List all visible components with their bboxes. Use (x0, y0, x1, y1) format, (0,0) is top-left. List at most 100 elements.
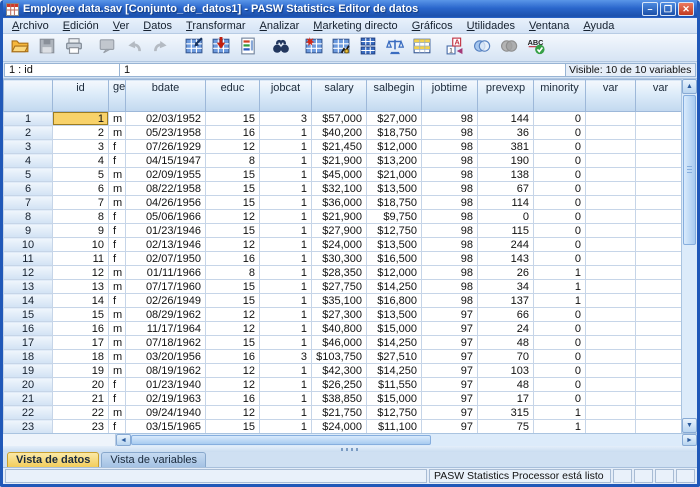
cell-educ-13[interactable]: 15 (206, 280, 260, 294)
cell-bdate-1[interactable]: 02/03/1952 (126, 112, 206, 126)
cell-id-12[interactable]: 12 (53, 266, 109, 280)
cell-gender-9[interactable]: f (109, 224, 126, 238)
cell-salbegin-14[interactable]: $16,800 (367, 294, 422, 308)
row-header[interactable]: 8 (4, 210, 53, 224)
cell-jobtime-8[interactable]: 98 (422, 210, 478, 224)
cell-var1-13[interactable] (586, 280, 636, 294)
cell-bdate-18[interactable]: 03/20/1956 (126, 350, 206, 364)
cell-jobtime-16[interactable]: 97 (422, 322, 478, 336)
cell-minority-12[interactable]: 1 (534, 266, 586, 280)
cell-gender-13[interactable]: m (109, 280, 126, 294)
cell-salary-21[interactable]: $38,850 (312, 392, 367, 406)
cell-bdate-8[interactable]: 05/06/1966 (126, 210, 206, 224)
cell-var1-14[interactable] (586, 294, 636, 308)
cell-salbegin-2[interactable]: $18,750 (367, 126, 422, 140)
cell-educ-5[interactable]: 15 (206, 168, 260, 182)
cell-gender-18[interactable]: m (109, 350, 126, 364)
cell-gender-19[interactable]: m (109, 364, 126, 378)
cell-var2-13[interactable] (636, 280, 682, 294)
cell-var1-11[interactable] (586, 252, 636, 266)
select-cases-button[interactable] (409, 36, 435, 60)
cell-salary-1[interactable]: $57,000 (312, 112, 367, 126)
cell-gender-16[interactable]: m (109, 322, 126, 336)
cell-salbegin-6[interactable]: $13,500 (367, 182, 422, 196)
cell-var1-1[interactable] (586, 112, 636, 126)
cell-prevexp-23[interactable]: 75 (478, 420, 534, 434)
cell-salbegin-7[interactable]: $18,750 (367, 196, 422, 210)
menu-marketing-directo[interactable]: Marketing directo (306, 19, 404, 33)
cell-minority-7[interactable]: 0 (534, 196, 586, 210)
cell-var2-23[interactable] (636, 420, 682, 434)
scroll-down-icon[interactable]: ▼ (682, 418, 697, 433)
print-button[interactable] (61, 36, 87, 60)
cell-salary-11[interactable]: $30,300 (312, 252, 367, 266)
cell-educ-11[interactable]: 16 (206, 252, 260, 266)
cell-jobtime-12[interactable]: 98 (422, 266, 478, 280)
cell-id-1[interactable]: 1 (53, 112, 109, 126)
menu-transformar[interactable]: Transformar (179, 19, 253, 33)
cell-id-13[interactable]: 13 (53, 280, 109, 294)
cell-var2-8[interactable] (636, 210, 682, 224)
cell-bdate-5[interactable]: 02/09/1955 (126, 168, 206, 182)
cell-jobtime-21[interactable]: 97 (422, 392, 478, 406)
cell-salbegin-9[interactable]: $12,750 (367, 224, 422, 238)
cell-jobtime-1[interactable]: 98 (422, 112, 478, 126)
cell-var2-7[interactable] (636, 196, 682, 210)
cell-minority-22[interactable]: 1 (534, 406, 586, 420)
cell-jobcat-7[interactable]: 1 (260, 196, 312, 210)
tab-variable-view[interactable]: Vista de variables (101, 452, 206, 467)
column-header-id[interactable]: id (53, 80, 109, 112)
cell-bdate-13[interactable]: 07/17/1960 (126, 280, 206, 294)
cell-salbegin-12[interactable]: $12,000 (367, 266, 422, 280)
cell-prevexp-2[interactable]: 36 (478, 126, 534, 140)
cell-salbegin-8[interactable]: $9,750 (367, 210, 422, 224)
row-header[interactable]: 6 (4, 182, 53, 196)
cell-jobcat-19[interactable]: 1 (260, 364, 312, 378)
minimize-button[interactable]: – (642, 2, 658, 16)
vertical-scroll-thumb[interactable] (683, 95, 696, 245)
cell-var2-18[interactable] (636, 350, 682, 364)
cell-id-22[interactable]: 22 (53, 406, 109, 420)
cell-educ-3[interactable]: 12 (206, 140, 260, 154)
cell-minority-5[interactable]: 0 (534, 168, 586, 182)
cell-var1-3[interactable] (586, 140, 636, 154)
cell-jobcat-10[interactable]: 1 (260, 238, 312, 252)
cell-minority-11[interactable]: 0 (534, 252, 586, 266)
cell-jobtime-17[interactable]: 97 (422, 336, 478, 350)
scroll-right-icon[interactable]: ► (682, 434, 697, 446)
row-header[interactable]: 4 (4, 154, 53, 168)
cell-id-21[interactable]: 21 (53, 392, 109, 406)
cell-var1-2[interactable] (586, 126, 636, 140)
cell-salary-15[interactable]: $27,300 (312, 308, 367, 322)
cell-id-6[interactable]: 6 (53, 182, 109, 196)
cell-var1-22[interactable] (586, 406, 636, 420)
cell-minority-18[interactable]: 0 (534, 350, 586, 364)
cell-id-19[interactable]: 19 (53, 364, 109, 378)
variables-button[interactable] (235, 36, 261, 60)
row-header[interactable]: 9 (4, 224, 53, 238)
cell-id-11[interactable]: 11 (53, 252, 109, 266)
cell-var1-17[interactable] (586, 336, 636, 350)
column-header-jobtime[interactable]: jobtime (422, 80, 478, 112)
cell-bdate-17[interactable]: 07/18/1962 (126, 336, 206, 350)
column-header-gender[interactable]: gender (109, 80, 126, 112)
cell-var2-5[interactable] (636, 168, 682, 182)
cell-prevexp-15[interactable]: 66 (478, 308, 534, 322)
cell-educ-18[interactable]: 16 (206, 350, 260, 364)
horizontal-scroll-track[interactable] (431, 434, 682, 446)
row-header[interactable]: 12 (4, 266, 53, 280)
cell-educ-12[interactable]: 8 (206, 266, 260, 280)
cell-gender-10[interactable]: f (109, 238, 126, 252)
cell-prevexp-4[interactable]: 190 (478, 154, 534, 168)
cell-salary-12[interactable]: $28,350 (312, 266, 367, 280)
cell-minority-9[interactable]: 0 (534, 224, 586, 238)
cell-minority-13[interactable]: 1 (534, 280, 586, 294)
column-header-minority[interactable]: minority (534, 80, 586, 112)
cell-jobcat-9[interactable]: 1 (260, 224, 312, 238)
cell-id-7[interactable]: 7 (53, 196, 109, 210)
value-labels-button[interactable]: 1A (442, 36, 468, 60)
cell-minority-1[interactable]: 0 (534, 112, 586, 126)
cell-jobcat-23[interactable]: 1 (260, 420, 312, 434)
cell-salary-7[interactable]: $36,000 (312, 196, 367, 210)
cell-minority-20[interactable]: 0 (534, 378, 586, 392)
